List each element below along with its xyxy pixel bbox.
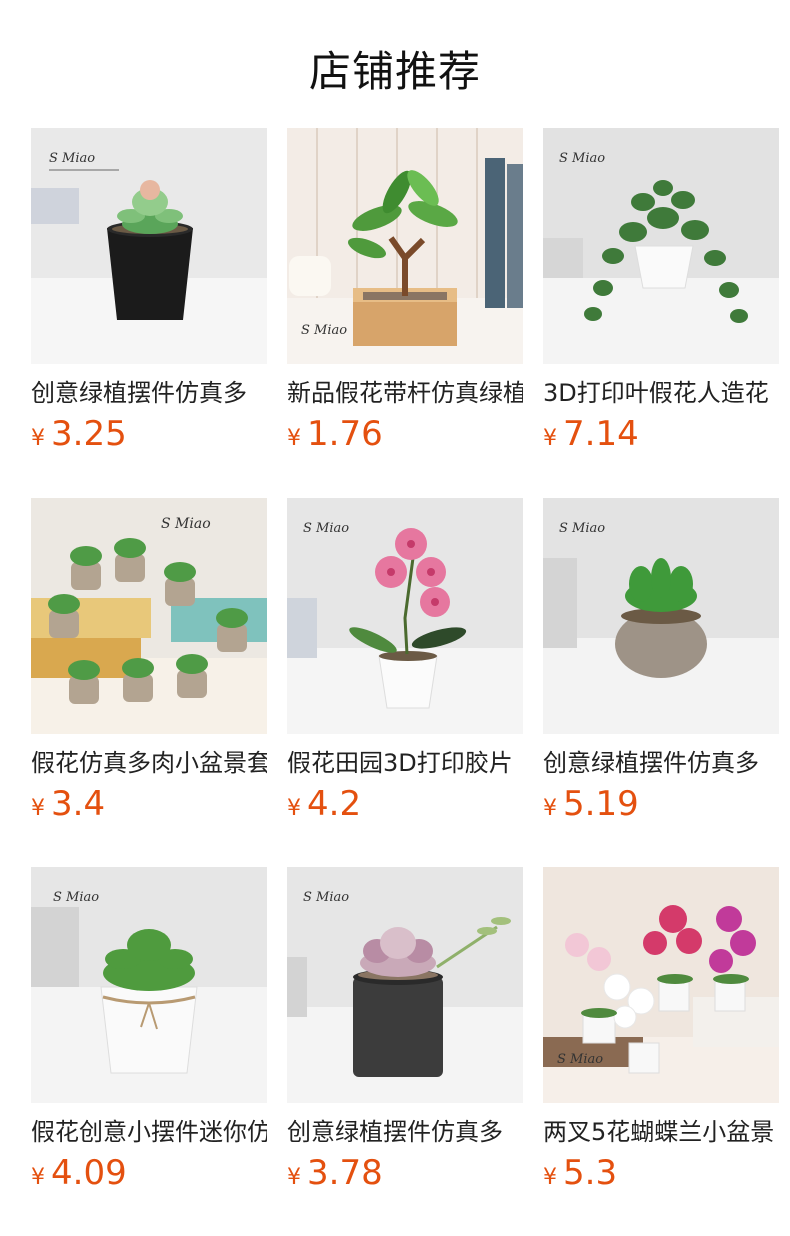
product-image[interactable]: S Miao: [543, 498, 779, 734]
product-card[interactable]: S Miao 创意绿植摆件仿真多 ¥3.78: [287, 867, 523, 1197]
butterfly-orchid-image: S Miao: [543, 867, 779, 1103]
product-name[interactable]: 两叉5花蝴蝶兰小盆景: [543, 1117, 779, 1147]
product-card[interactable]: S Miao 创意绿植摆件仿真多 ¥3.25: [31, 128, 267, 458]
price-value: 4.2: [307, 784, 362, 824]
svg-text:S Miao: S Miao: [53, 890, 99, 905]
price-value: 3.25: [51, 414, 127, 454]
product-price: ¥3.78: [287, 1155, 523, 1197]
price-value: 3.4: [51, 784, 106, 824]
svg-text:S Miao: S Miao: [303, 890, 349, 905]
succulent-set-image: S Miao: [31, 498, 267, 734]
product-image[interactable]: S Miao: [31, 498, 267, 734]
product-price: ¥5.3: [543, 1155, 779, 1197]
pink-succulent-image: S Miao: [287, 867, 523, 1103]
svg-text:S Miao: S Miao: [559, 151, 605, 166]
product-card[interactable]: S Miao 假花田园3D打印胶片 ¥4.2: [287, 498, 523, 828]
product-name[interactable]: 创意绿植摆件仿真多: [31, 378, 267, 408]
product-card[interactable]: S Miao 3D打印叶假花人造花 ¥7.14: [543, 128, 779, 458]
product-card[interactable]: S Miao 假花创意小摆件迷你仿 ¥4.09: [31, 867, 267, 1197]
product-price: ¥1.76: [287, 416, 523, 458]
product-name[interactable]: 创意绿植摆件仿真多: [287, 1117, 523, 1147]
product-card[interactable]: S Miao 两叉5花蝴蝶兰小盆景 ¥5.3: [543, 867, 779, 1197]
svg-text:S Miao: S Miao: [557, 1052, 603, 1067]
succulent-stone-pot-image: S Miao: [543, 498, 779, 734]
currency-symbol: ¥: [31, 426, 45, 451]
product-image[interactable]: S Miao: [287, 867, 523, 1103]
pink-orchid-image: S Miao: [287, 498, 523, 734]
price-value: 7.14: [563, 414, 639, 454]
page-title: 店铺推荐: [308, 47, 481, 96]
product-image[interactable]: S Miao: [31, 128, 267, 364]
product-card[interactable]: S Miao 假花仿真多肉小盆景套 ¥3.4: [31, 498, 267, 828]
product-image[interactable]: S Miao: [31, 867, 267, 1103]
svg-text:S Miao: S Miao: [303, 521, 349, 536]
price-value: 1.76: [307, 414, 383, 454]
currency-symbol: ¥: [287, 1165, 301, 1190]
currency-symbol: ¥: [543, 426, 557, 451]
svg-text:S Miao: S Miao: [559, 521, 605, 536]
price-value: 3.78: [307, 1153, 383, 1193]
product-name[interactable]: 假花仿真多肉小盆景套: [31, 748, 267, 778]
product-price: ¥4.2: [287, 786, 523, 828]
product-name[interactable]: 3D打印叶假花人造花: [543, 378, 779, 408]
currency-symbol: ¥: [543, 1165, 557, 1190]
product-image[interactable]: S Miao: [287, 498, 523, 734]
product-name[interactable]: 新品假花带杆仿真绿植: [287, 378, 523, 408]
svg-text:S Miao: S Miao: [301, 323, 347, 338]
product-card[interactable]: S Miao 创意绿植摆件仿真多 ¥5.19: [543, 498, 779, 828]
product-image[interactable]: S Miao: [543, 128, 779, 364]
price-value: 5.19: [563, 784, 639, 824]
svg-text:S Miao: S Miao: [49, 151, 95, 166]
succulent-black-pot-image: S Miao: [31, 128, 267, 364]
price-value: 5.3: [563, 1153, 618, 1193]
product-image[interactable]: S Miao: [287, 128, 523, 364]
price-value: 4.09: [51, 1153, 127, 1193]
svg-text:S Miao: S Miao: [161, 516, 211, 532]
trailing-plant-white-pot-image: S Miao: [543, 128, 779, 364]
tree-bamboo-pot-image: S Miao: [287, 128, 523, 364]
product-name[interactable]: 创意绿植摆件仿真多: [543, 748, 779, 778]
currency-symbol: ¥: [287, 796, 301, 821]
currency-symbol: ¥: [31, 1165, 45, 1190]
product-price: ¥5.19: [543, 786, 779, 828]
product-name[interactable]: 假花创意小摆件迷你仿: [31, 1117, 267, 1147]
product-name[interactable]: 假花田园3D打印胶片: [287, 748, 523, 778]
succulent-twine-pot-image: S Miao: [31, 867, 267, 1103]
product-price: ¥7.14: [543, 416, 779, 458]
product-price: ¥3.4: [31, 786, 267, 828]
currency-symbol: ¥: [543, 796, 557, 821]
currency-symbol: ¥: [31, 796, 45, 821]
product-price: ¥4.09: [31, 1155, 267, 1197]
product-card[interactable]: S Miao 新品假花带杆仿真绿植 ¥1.76: [287, 128, 523, 458]
product-price: ¥3.25: [31, 416, 267, 458]
product-image[interactable]: S Miao: [543, 867, 779, 1103]
currency-symbol: ¥: [287, 426, 301, 451]
